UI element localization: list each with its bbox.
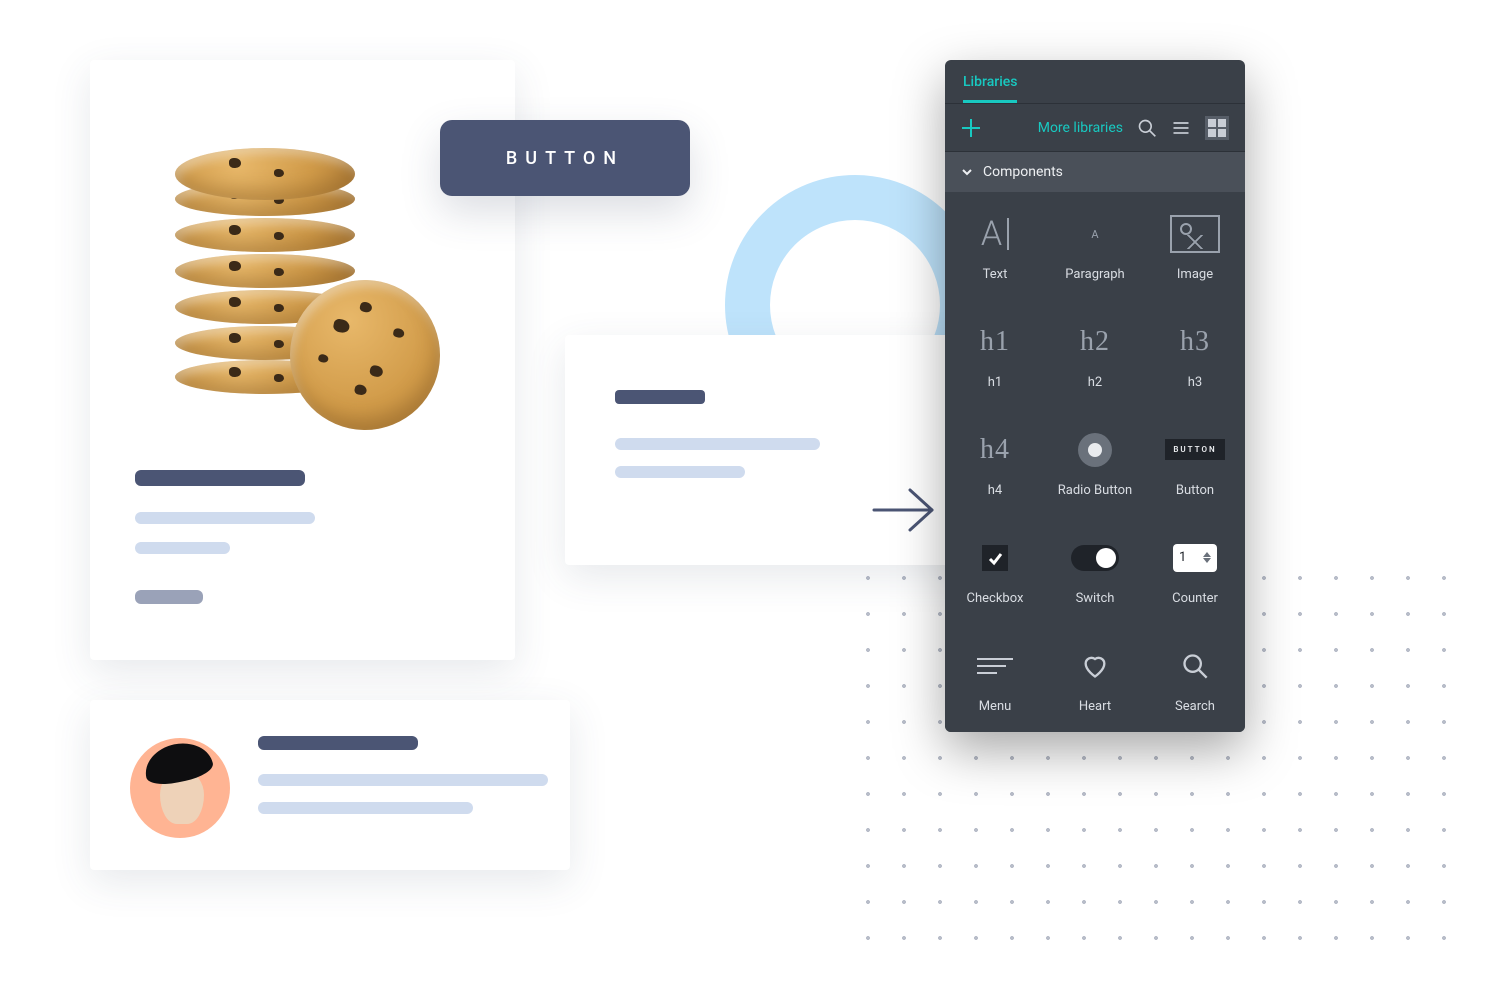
component-label: Search (1175, 699, 1215, 714)
component-h2[interactable]: h2 h2 (1045, 300, 1145, 408)
component-label: h2 (1088, 375, 1102, 390)
product-line-placeholder (135, 512, 315, 524)
h3-icon: h3 (1180, 319, 1210, 365)
component-radio-button[interactable]: Radio Button (1045, 408, 1145, 516)
component-text[interactable]: A Text (945, 192, 1045, 300)
component-switch[interactable]: Switch (1045, 516, 1145, 624)
profile-card (90, 700, 570, 870)
libraries-panel: Libraries More libraries Components A Te… (945, 60, 1245, 732)
component-label: Counter (1172, 591, 1218, 606)
h2-icon: h2 (1080, 319, 1110, 365)
counter-icon: 1 (1173, 544, 1217, 572)
component-label: Image (1177, 267, 1213, 282)
panel-toolbar: More libraries (945, 104, 1245, 152)
component-h4[interactable]: h4 h4 (945, 408, 1045, 516)
components-grid: A Text A Paragraph Image h1 h1 h2 h2 (945, 192, 1245, 732)
component-search[interactable]: Search (1145, 624, 1245, 732)
component-image[interactable]: Image (1145, 192, 1245, 300)
component-label: Heart (1079, 699, 1111, 714)
list-view-icon[interactable] (1171, 118, 1191, 138)
more-libraries-link[interactable]: More libraries (1038, 120, 1123, 136)
image-icon (1170, 215, 1220, 253)
text-icon: A (981, 211, 1009, 257)
switch-icon (1071, 545, 1119, 571)
h4-icon: h4 (980, 427, 1010, 473)
component-label: h1 (988, 375, 1002, 390)
component-label: Checkbox (967, 591, 1024, 606)
component-h1[interactable]: h1 h1 (945, 300, 1045, 408)
section-components[interactable]: Components (945, 152, 1245, 192)
component-counter[interactable]: 1 Counter (1145, 516, 1245, 624)
h1-icon: h1 (980, 319, 1010, 365)
text-card-line-placeholder (615, 466, 745, 478)
text-card-line-placeholder (615, 438, 820, 450)
menu-icon (977, 653, 1013, 679)
chevron-down-icon (961, 166, 973, 178)
counter-value: 1 (1179, 550, 1186, 565)
component-label: Text (983, 267, 1008, 282)
add-library-button[interactable] (961, 118, 981, 138)
component-heart[interactable]: Heart (1045, 624, 1145, 732)
button-component-chip[interactable]: BUTTON (440, 120, 690, 196)
component-h3[interactable]: h3 h3 (1145, 300, 1245, 408)
heart-icon (1081, 652, 1109, 680)
profile-name-placeholder (258, 736, 418, 750)
tab-libraries[interactable]: Libraries (963, 74, 1017, 103)
paragraph-icon: A (1073, 211, 1117, 257)
panel-tabbar: Libraries (945, 60, 1245, 104)
product-image-cookies (145, 90, 450, 425)
component-checkbox[interactable]: Checkbox (945, 516, 1045, 624)
component-menu[interactable]: Menu (945, 624, 1045, 732)
product-line-placeholder (135, 542, 230, 554)
component-label: Paragraph (1065, 267, 1124, 282)
section-label: Components (983, 164, 1063, 180)
component-label: h3 (1188, 375, 1202, 390)
component-label: Switch (1076, 591, 1115, 606)
grid-view-icon[interactable] (1205, 116, 1229, 140)
component-label: Button (1176, 483, 1214, 498)
component-label: h4 (988, 483, 1002, 498)
radio-button-icon (1078, 433, 1112, 467)
button-icon: BUTTON (1165, 439, 1224, 460)
profile-line-placeholder (258, 802, 473, 814)
product-title-placeholder (135, 470, 305, 486)
search-icon[interactable] (1137, 118, 1157, 138)
search-icon (1181, 652, 1209, 680)
button-chip-label: BUTTON (506, 148, 624, 169)
text-card-title-placeholder (615, 390, 705, 404)
profile-line-placeholder (258, 774, 548, 786)
component-button[interactable]: BUTTON Button (1145, 408, 1245, 516)
product-price-placeholder (135, 590, 203, 604)
component-paragraph[interactable]: A Paragraph (1045, 192, 1145, 300)
component-label: Radio Button (1058, 483, 1132, 498)
avatar (130, 738, 230, 838)
arrow-right-icon (870, 480, 940, 540)
checkbox-icon (982, 545, 1008, 571)
component-label: Menu (979, 699, 1012, 714)
